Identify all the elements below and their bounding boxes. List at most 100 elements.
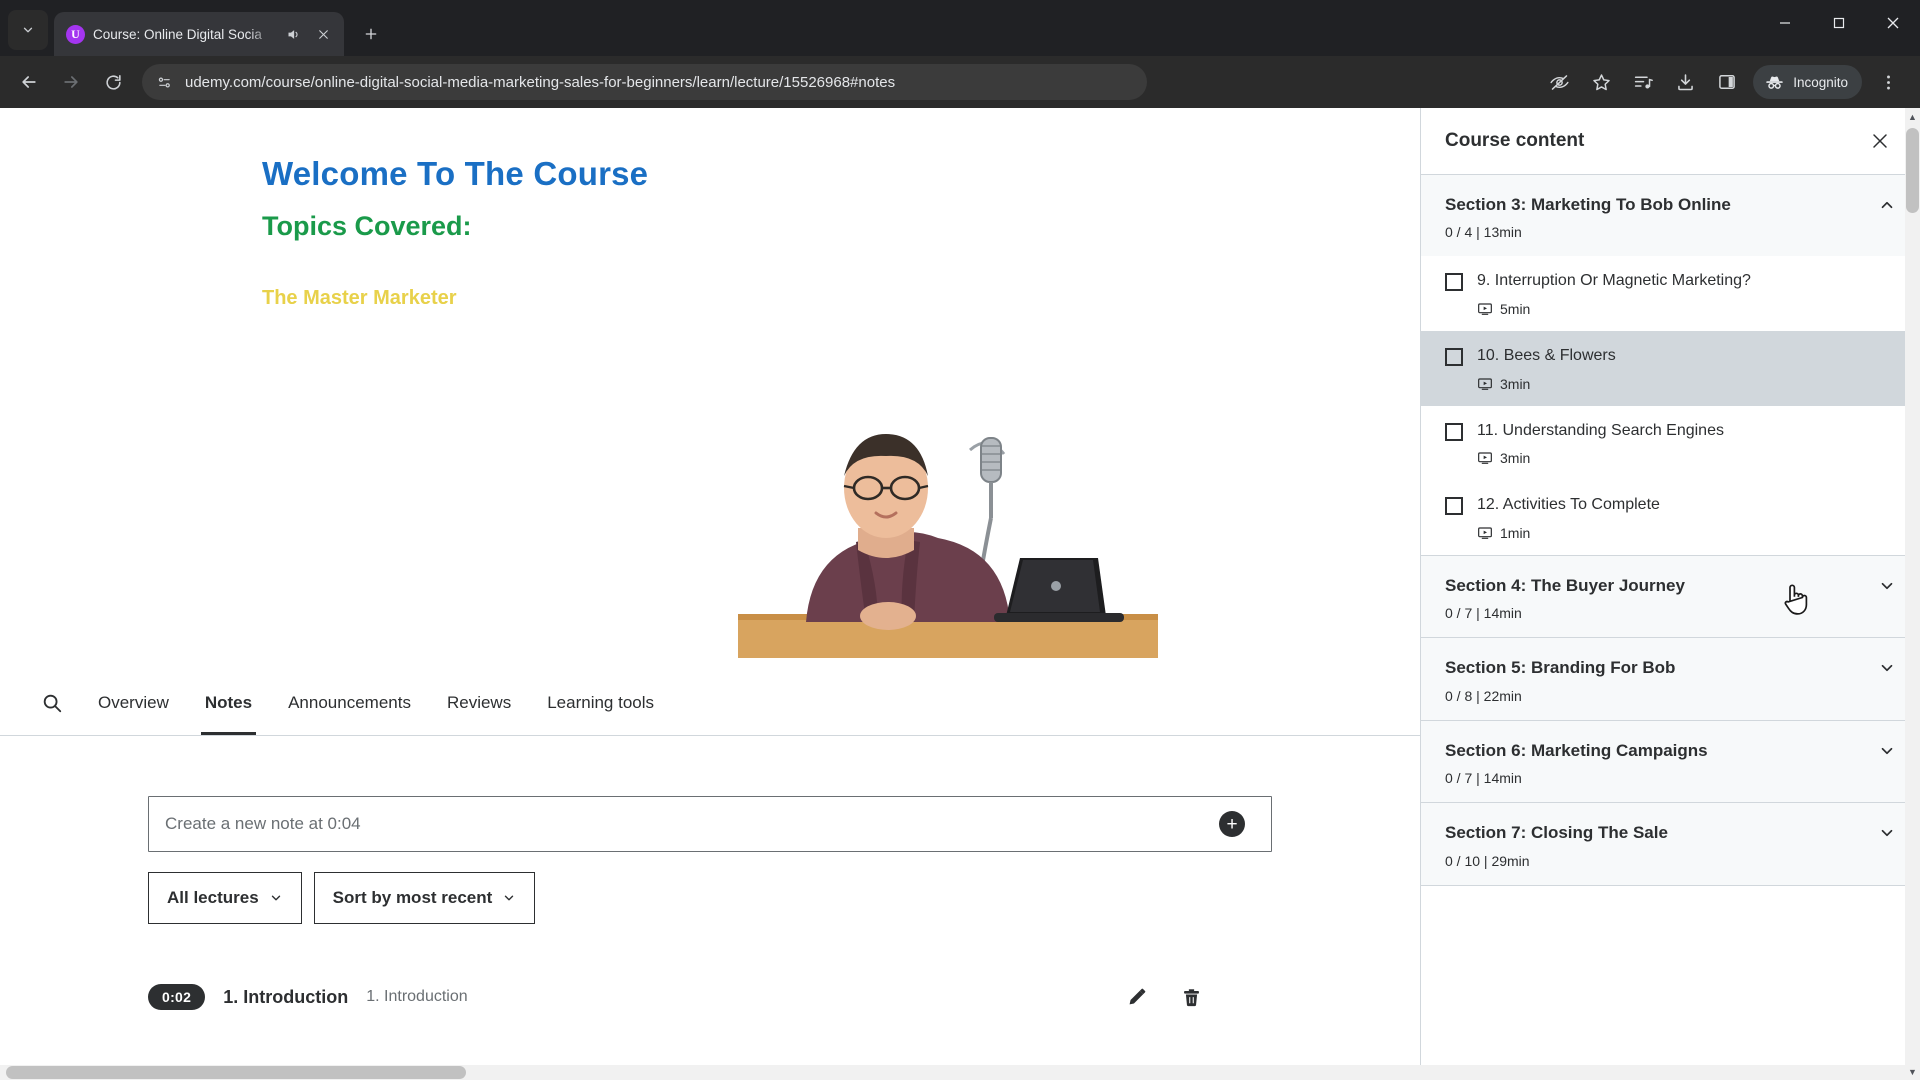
bookmark-button[interactable]	[1581, 63, 1621, 101]
lecture-meta: 5min	[1477, 301, 1896, 317]
video-player[interactable]: Welcome To The Course Topics Covered: Th…	[210, 108, 1210, 670]
lecture-title: 9. Interruption Or Magnetic Marketing?	[1477, 272, 1751, 290]
section-header-5[interactable]: Section 5: Branding For Bob 0 / 8 | 22mi…	[1421, 638, 1920, 720]
notes-panel: Create a new note at 0:04 + All lectures…	[0, 736, 1420, 1080]
tab-audio-icon[interactable]	[282, 23, 304, 45]
section-header-6[interactable]: Section 6: Marketing Campaigns 0 / 7 | 1…	[1421, 720, 1920, 803]
video-player-area: Welcome To The Course Topics Covered: Th…	[0, 108, 1420, 670]
section-header-7[interactable]: Section 7: Closing The Sale 0 / 10 | 29m…	[1421, 803, 1920, 885]
downloads-button[interactable]	[1665, 63, 1705, 101]
lecture-title: 12. Activities To Complete	[1477, 496, 1660, 514]
search-icon	[43, 694, 62, 712]
delete-note-button[interactable]	[1181, 987, 1202, 1008]
section-header-3[interactable]: Section 3: Marketing To Bob Online 0 / 4…	[1421, 175, 1920, 257]
back-icon	[22, 76, 36, 88]
lecture-filter-label: All lectures	[167, 888, 259, 907]
note-item[interactable]: 0:02 1. Introduction 1. Introduction	[148, 976, 1300, 1018]
page-info-icon[interactable]	[156, 74, 173, 91]
minimize-button[interactable]	[1758, 0, 1812, 46]
lecture-item-12[interactable]: 12. Activities To Complete 1min	[1421, 480, 1920, 555]
section-meta: 0 / 4 | 13min	[1445, 224, 1522, 241]
lecture-checkbox[interactable]	[1445, 273, 1463, 292]
tab-announcements[interactable]: Announcements	[270, 670, 429, 735]
section-title: Section 7: Closing The Sale	[1445, 823, 1668, 843]
pencil-icon	[1129, 988, 1146, 1004]
tab-strip: U Course: Online Digital Socia	[0, 0, 1920, 56]
section-title: Section 6: Marketing Campaigns	[1445, 740, 1708, 760]
address-bar[interactable]: udemy.com/course/online-digital-social-m…	[142, 64, 1147, 100]
window-close-button[interactable]	[1866, 0, 1920, 46]
add-note-button[interactable]: +	[1219, 811, 1245, 837]
edit-note-button[interactable]	[1126, 987, 1147, 1008]
reload-button[interactable]	[94, 63, 132, 101]
page-scroll-thumb[interactable]	[1906, 128, 1919, 213]
window-controls	[1758, 0, 1920, 46]
forward-button[interactable]	[52, 63, 90, 101]
lecture-duration: 1min	[1500, 524, 1531, 541]
course-section: Section 4: The Buyer Journey 0 / 7 | 14m…	[1421, 555, 1920, 639]
media-playlist-icon	[1634, 75, 1653, 89]
plus-icon	[365, 28, 377, 40]
section-meta: 0 / 10 | 29min	[1445, 852, 1530, 869]
chevron-down-icon[interactable]	[1874, 821, 1896, 842]
lecture-duration: 3min	[1500, 375, 1531, 392]
scroll-down-arrow[interactable]: ▼	[1905, 1063, 1920, 1080]
sidebar-close-button[interactable]	[1864, 125, 1896, 157]
browser-tab[interactable]: U Course: Online Digital Socia	[54, 12, 344, 56]
section-title: Section 3: Marketing To Bob Online	[1445, 195, 1731, 214]
lecture-item-11[interactable]: 11. Understanding Search Engines 3min	[1421, 405, 1920, 481]
back-button[interactable]	[10, 63, 48, 101]
side-panel-button[interactable]	[1707, 63, 1747, 101]
sidebar-scroll-area[interactable]: Section 3: Marketing To Bob Online 0 / 4…	[1421, 174, 1920, 1080]
lecture-meta: 3min	[1477, 376, 1896, 392]
lecture-meta: 1min	[1477, 525, 1896, 541]
create-note-input[interactable]: Create a new note at 0:04 +	[148, 796, 1272, 852]
udemy-favicon: U	[66, 24, 85, 44]
incognito-hat-icon	[1766, 76, 1783, 89]
instructor-video-overlay	[738, 434, 1158, 658]
lecture-item-9[interactable]: 9. Interruption Or Magnetic Marketing? 5…	[1421, 256, 1920, 332]
lecture-title: 10. Bees & Flowers	[1477, 347, 1616, 365]
chevron-down-icon	[23, 27, 33, 33]
tab-learning-tools[interactable]: Learning tools	[529, 670, 672, 735]
tab-reviews[interactable]: Reviews	[429, 670, 529, 735]
slide-subtitle: Topics Covered:	[262, 211, 472, 241]
lecture-checkbox[interactable]	[1445, 422, 1463, 441]
lecture-checkbox[interactable]	[1445, 497, 1463, 516]
sort-dropdown[interactable]: Sort by most recent	[313, 872, 536, 924]
lecture-duration: 5min	[1500, 301, 1531, 318]
tab-notes[interactable]: Notes	[187, 670, 270, 735]
tab-overview[interactable]: Overview	[80, 670, 187, 735]
note-timestamp-badge[interactable]: 0:02	[148, 984, 206, 1010]
lecture-item-10[interactable]: 10. Bees & Flowers 3min	[1421, 331, 1920, 406]
tracking-protection-button[interactable]	[1539, 63, 1579, 101]
page-hscroll-thumb[interactable]	[6, 1066, 466, 1079]
course-search-button[interactable]	[24, 675, 80, 731]
chevron-down-icon[interactable]	[1874, 656, 1896, 677]
browser-menu-button[interactable]	[1868, 63, 1908, 101]
section-header-4[interactable]: Section 4: The Buyer Journey 0 / 7 | 14m…	[1421, 555, 1920, 638]
maximize-button[interactable]	[1812, 0, 1866, 46]
section-title: Section 4: The Buyer Journey	[1445, 575, 1685, 595]
url-text: udemy.com/course/online-digital-social-m…	[185, 73, 896, 91]
tab-search-button[interactable]	[8, 10, 48, 50]
lecture-checkbox[interactable]	[1445, 348, 1463, 367]
media-control-button[interactable]	[1623, 63, 1663, 101]
page-horizontal-scrollbar[interactable]	[0, 1065, 1905, 1080]
chevron-up-icon[interactable]	[1874, 193, 1896, 214]
section-meta: 0 / 8 | 22min	[1445, 687, 1522, 704]
browser-toolbar: udemy.com/course/online-digital-social-m…	[0, 56, 1920, 108]
page-vertical-scrollbar[interactable]: ▲ ▼	[1905, 108, 1920, 1080]
note-body-text: 1. Introduction	[366, 988, 468, 1005]
chevron-down-icon[interactable]	[1874, 574, 1896, 595]
sidebar-header: Course content	[1421, 108, 1920, 174]
scroll-up-arrow[interactable]: ▲	[1905, 108, 1920, 125]
section-meta: 0 / 7 | 14min	[1445, 770, 1522, 787]
tab-close-button[interactable]	[312, 23, 334, 45]
new-tab-button[interactable]	[354, 17, 388, 51]
chevron-down-icon[interactable]	[1874, 739, 1896, 760]
incognito-indicator[interactable]: Incognito	[1753, 65, 1862, 99]
lecture-duration: 3min	[1500, 450, 1531, 467]
lecture-filter-dropdown[interactable]: All lectures	[148, 872, 302, 924]
lecture-slide: Welcome To The Course Topics Covered: Th…	[210, 108, 1210, 670]
